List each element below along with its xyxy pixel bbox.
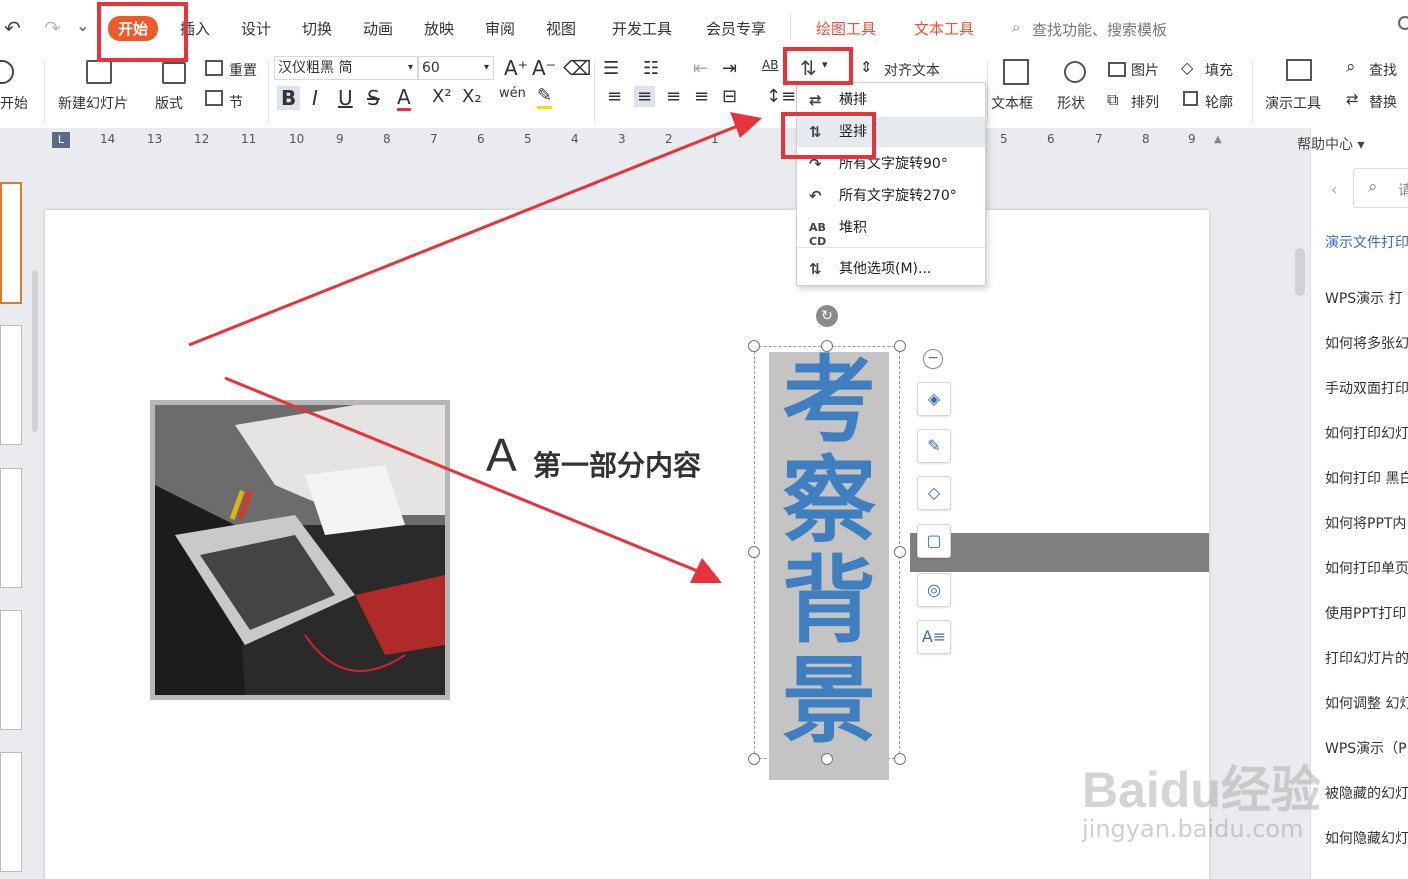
arrow-head	[730, 112, 762, 138]
arrow-line	[188, 123, 741, 347]
arrow-line	[224, 376, 701, 574]
watermark-url: jingyan.baidu.com	[1082, 815, 1304, 843]
annotation-arrows	[188, 112, 762, 583]
watermark-logo: Baidu经验	[1082, 762, 1321, 818]
